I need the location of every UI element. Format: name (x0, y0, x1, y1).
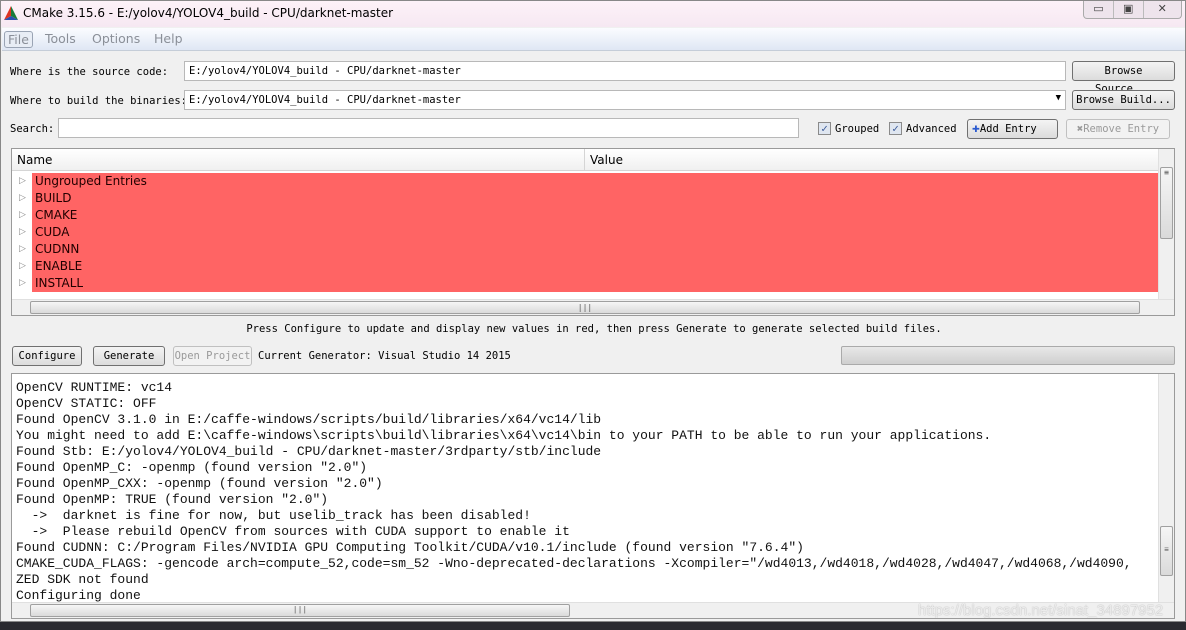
log-line: Found Stb: E:/yolov4/YOLOV4_build - CPU/… (16, 444, 602, 459)
build-combo[interactable]: E:/yolov4/YOLOV4_build - CPU/darknet-mas… (184, 90, 1066, 110)
log-line: -> Please rebuild OpenCV from sources wi… (16, 524, 570, 539)
info-text: Press Configure to update and display ne… (246, 323, 942, 335)
column-header-name[interactable]: Name (12, 149, 585, 171)
tree-row-label: Ungrouped Entries (32, 173, 1158, 190)
tree-row-label: INSTALL (32, 275, 1158, 292)
log-line: ZED SDK not found (16, 572, 149, 587)
advanced-label: Advanced (906, 123, 957, 135)
log-line: -> darknet is fine for now, but uselib_t… (16, 508, 531, 523)
log-line: Found CUDNN: C:/Program Files/NVIDIA GPU… (16, 540, 804, 555)
log-vertical-scrollbar[interactable]: ≡ (1158, 374, 1174, 602)
expand-arrow-icon[interactable]: ▷ (19, 278, 26, 288)
cmake-window: CMake 3.15.6 - E:/yolov4/YOLOV4_build - … (0, 0, 1186, 622)
browse-build-button[interactable]: Browse Build... (1072, 90, 1175, 110)
menu-bar: File Tools Options Help (2, 28, 1185, 51)
cache-tree: Name Value ▷ Ungrouped Entries ▷ BUILD ▷ CMAK… (11, 148, 1175, 316)
advanced-checkbox[interactable]: ✓ (889, 122, 902, 135)
source-label: Where is the source code: (10, 66, 169, 78)
column-header-value[interactable]: Value (585, 149, 1158, 171)
log-line: OpenCV RUNTIME: vc14 (16, 380, 173, 395)
watermark: https://blog.csdn.net/sinat_34897952 (918, 602, 1164, 619)
expand-arrow-icon[interactable]: ▷ (19, 210, 26, 220)
tree-vertical-scrollbar[interactable]: ≡ (1158, 149, 1174, 299)
current-generator: Current Generator: Visual Studio 14 2015 (258, 350, 511, 362)
search-input[interactable] (58, 118, 799, 138)
log-line: Found OpenMP_CXX: -openmp (found version… (16, 476, 383, 491)
tree-row-label: CMAKE (32, 207, 1158, 224)
search-label: Search: (10, 123, 55, 135)
open-project-button[interactable]: Open Project (173, 346, 252, 366)
source-input[interactable]: E:/yolov4/YOLOV4_build - CPU/darknet-mas… (184, 61, 1066, 81)
expand-arrow-icon[interactable]: ▷ (19, 193, 26, 203)
cmake-logo-icon (4, 6, 18, 20)
log-line: Found OpenMP_C: -openmp (found version "… (16, 460, 368, 475)
tree-row-label: ENABLE (32, 258, 1158, 275)
expand-arrow-icon[interactable]: ▷ (19, 261, 26, 271)
build-value: E:/yolov4/YOLOV4_build - CPU/darknet-mas… (189, 94, 461, 106)
window-title: CMake 3.15.6 - E:/yolov4/YOLOV4_build - … (23, 6, 394, 20)
menu-options[interactable]: Options (89, 31, 143, 46)
log-line: OpenCV STATIC: OFF (16, 396, 157, 411)
output-log[interactable]: OpenCV RUNTIME: vc14 OpenCV STATIC: OFF Fo… (11, 373, 1175, 619)
menu-tools[interactable]: Tools (42, 31, 79, 46)
add-entry-button[interactable]: ✚Add Entry (967, 119, 1058, 139)
log-line: Found OpenCV 3.1.0 in E:/caffe-windows/s… (16, 412, 602, 427)
grouped-label: Grouped (835, 123, 880, 135)
tree-row-label: BUILD (32, 190, 1158, 207)
menu-file[interactable]: File (4, 31, 33, 48)
remove-entry-button[interactable]: ✖Remove Entry (1066, 119, 1170, 139)
progress-bar (841, 346, 1175, 365)
log-line: CMAKE_CUDA_FLAGS: -gencode arch=compute_… (16, 556, 1132, 571)
remove-entry-label: Remove Entry (1083, 123, 1160, 135)
title-bar: CMake 3.15.6 - E:/yolov4/YOLOV4_build - … (1, 1, 1185, 27)
build-label: Where to build the binaries: (10, 95, 188, 107)
grouped-checkbox[interactable]: ✓ (818, 122, 831, 135)
configure-button[interactable]: Configure (12, 346, 82, 366)
generate-button[interactable]: Generate (93, 346, 165, 366)
browse-source-button[interactable]: Browse Source... (1072, 61, 1175, 95)
log-line: You might need to add E:\caffe-windows\s… (16, 428, 992, 443)
menu-help[interactable]: Help (151, 31, 186, 46)
tree-horizontal-scrollbar[interactable]: ||| (12, 299, 1174, 315)
add-entry-label: Add Entry (979, 123, 1037, 135)
maximize-icon[interactable]: ▣ (1114, 1, 1144, 18)
expand-arrow-icon[interactable]: ▷ (19, 176, 26, 186)
minimize-icon[interactable]: ▭ (1084, 1, 1114, 18)
chevron-down-icon[interactable]: ▼ (1056, 93, 1061, 103)
log-line: Found OpenMP: TRUE (found version "2.0") (16, 492, 329, 507)
tree-row-label: CUDA (32, 224, 1158, 241)
tree-row-label: CUDNN (32, 241, 1158, 258)
plus-icon: ✚ (972, 121, 980, 136)
expand-arrow-icon[interactable]: ▷ (19, 227, 26, 237)
expand-arrow-icon[interactable]: ▷ (19, 244, 26, 254)
close-icon[interactable]: ✕ (1144, 1, 1181, 18)
